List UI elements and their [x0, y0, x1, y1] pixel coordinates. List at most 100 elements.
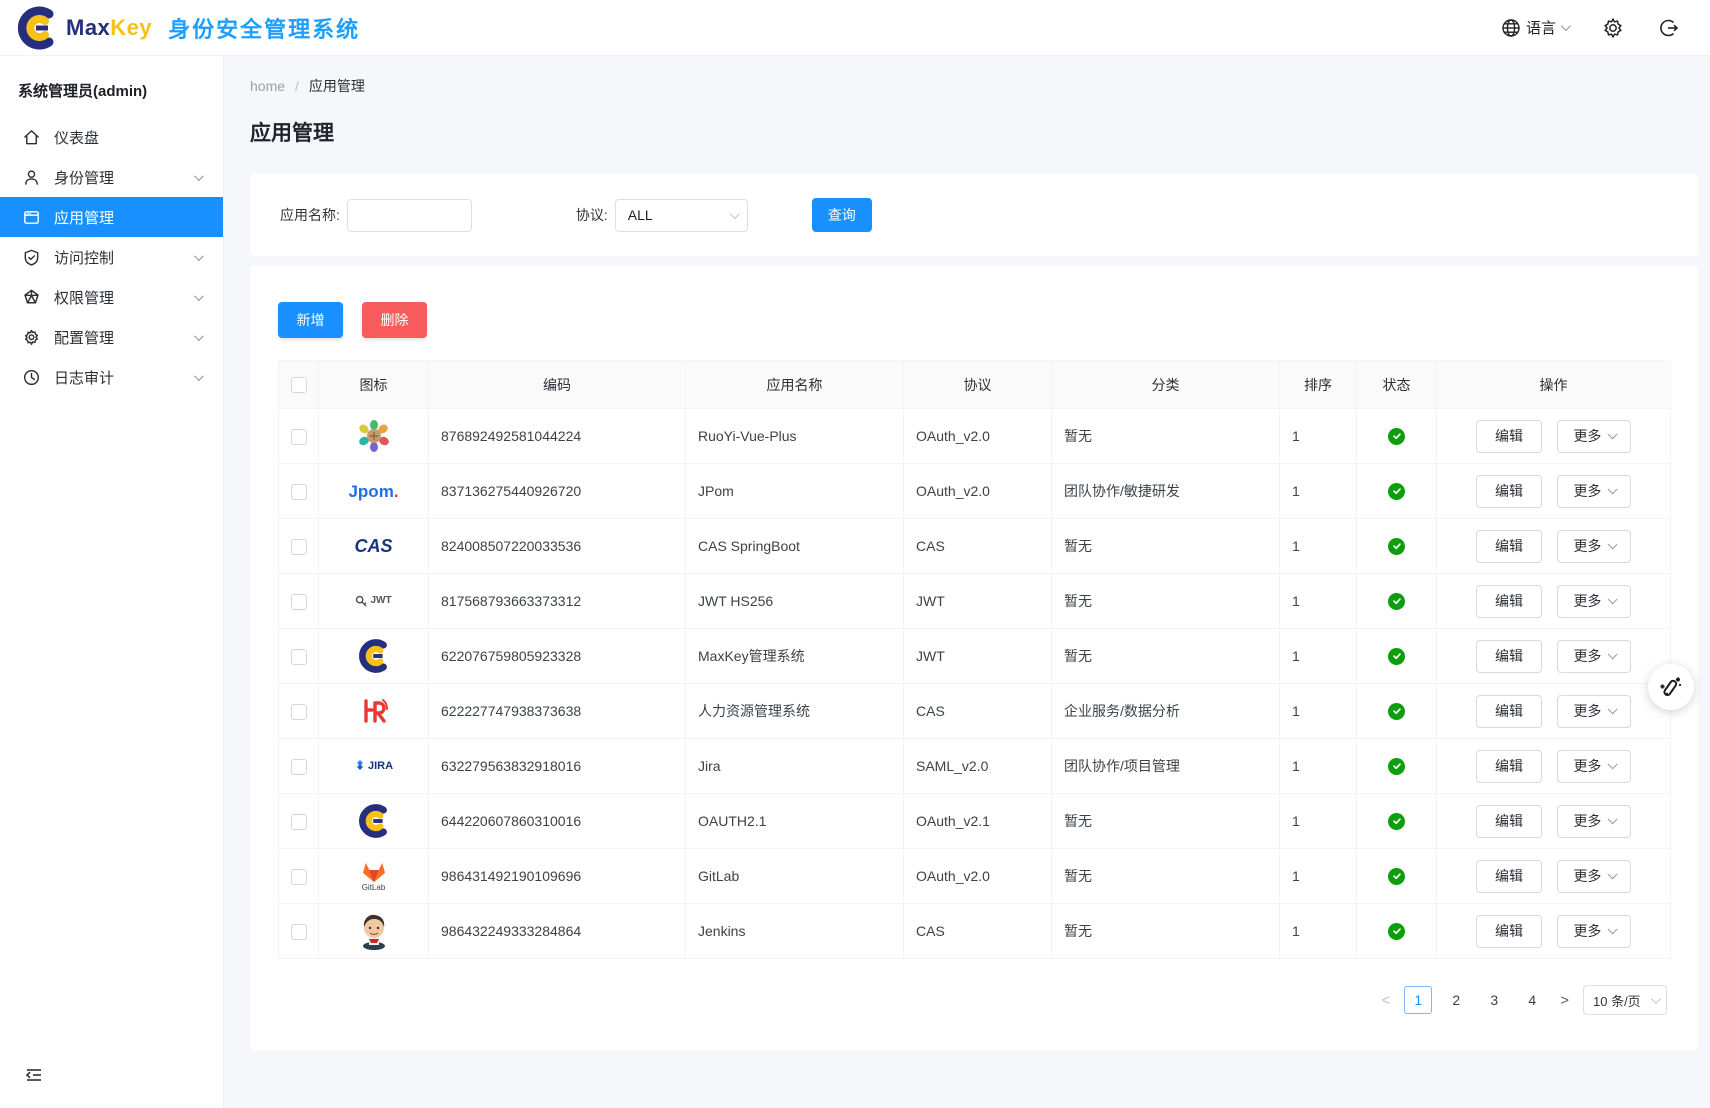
app-sort: 1 [1280, 849, 1357, 904]
app-logo-cell [319, 794, 429, 849]
row-checkbox[interactable] [291, 814, 307, 830]
page-number-2[interactable]: 2 [1442, 986, 1470, 1014]
language-switcher[interactable]: 语言 [1501, 17, 1568, 38]
sidebar-item-6[interactable]: 日志审计 [0, 357, 223, 397]
row-actions: 编辑 更多 [1437, 519, 1671, 574]
edit-button[interactable]: 编辑 [1476, 420, 1542, 453]
sidebar-item-2[interactable]: 应用管理 [0, 197, 223, 237]
edit-button[interactable]: 编辑 [1476, 805, 1542, 838]
status-enabled-icon [1388, 428, 1405, 445]
column-header-7: 操作 [1437, 361, 1671, 409]
edit-button[interactable]: 编辑 [1476, 640, 1542, 673]
app-logo-cell [319, 629, 429, 684]
edit-button[interactable]: 编辑 [1476, 915, 1542, 948]
app-protocol: JWT [904, 574, 1052, 629]
edit-button[interactable]: 编辑 [1476, 695, 1542, 728]
app-status-cell [1357, 739, 1437, 794]
page-size-select[interactable]: 10 条/页 [1583, 985, 1667, 1015]
column-header-3: 协议 [904, 361, 1052, 409]
chevron-down-icon [1608, 704, 1618, 714]
brand: MaxKey 身份安全管理系统 [14, 5, 360, 51]
more-button[interactable]: 更多 [1557, 695, 1631, 728]
more-button[interactable]: 更多 [1557, 915, 1631, 948]
chevron-down-icon [194, 371, 204, 381]
app-name: RuoYi-Vue-Plus [686, 409, 904, 464]
app-status-cell [1357, 629, 1437, 684]
app-category: 企业服务/数据分析 [1052, 684, 1280, 739]
row-checkbox-cell [279, 409, 319, 464]
app-name: OAUTH2.1 [686, 794, 904, 849]
app-status-cell [1357, 684, 1437, 739]
search-button[interactable]: 查询 [812, 198, 872, 232]
edit-button[interactable]: 编辑 [1476, 475, 1542, 508]
row-checkbox[interactable] [291, 539, 307, 555]
protocol-select[interactable]: ALL [615, 199, 748, 232]
globe-icon [1501, 18, 1521, 38]
sidebar-item-4[interactable]: 权限管理 [0, 277, 223, 317]
page-number-3[interactable]: 3 [1480, 986, 1508, 1014]
app-status-cell [1357, 574, 1437, 629]
breadcrumb-home-link[interactable]: home [250, 78, 285, 94]
app-name-input[interactable] [347, 199, 472, 232]
row-checkbox[interactable] [291, 759, 307, 775]
delete-button[interactable]: 删除 [362, 302, 427, 338]
table-row: 876892492581044224RuoYi-Vue-PlusOAuth_v2… [279, 409, 1671, 464]
settings-button[interactable] [1602, 17, 1624, 39]
app-code: 644220607860310016 [429, 794, 686, 849]
more-button[interactable]: 更多 [1557, 420, 1631, 453]
table-row: CAS824008507220033536CAS SpringBootCAS暂无… [279, 519, 1671, 574]
identity-icon [22, 168, 41, 187]
add-button[interactable]: 新增 [278, 302, 343, 338]
permission-icon [22, 288, 41, 307]
sidebar-item-1[interactable]: 身份管理 [0, 157, 223, 197]
sidebar-item-label: 日志审计 [54, 367, 194, 388]
edit-button[interactable]: 编辑 [1476, 860, 1542, 893]
more-button[interactable]: 更多 [1557, 475, 1631, 508]
chevron-down-icon [1608, 869, 1618, 879]
edit-button[interactable]: 编辑 [1476, 530, 1542, 563]
more-button[interactable]: 更多 [1557, 530, 1631, 563]
more-button[interactable]: 更多 [1557, 805, 1631, 838]
row-actions: 编辑 更多 [1437, 794, 1671, 849]
select-all-checkbox[interactable] [291, 377, 307, 393]
more-button[interactable]: 更多 [1557, 585, 1631, 618]
page-number-1[interactable]: 1 [1404, 986, 1432, 1014]
row-checkbox[interactable] [291, 429, 307, 445]
maxkey-logo-icon [352, 799, 396, 843]
more-button[interactable]: 更多 [1557, 860, 1631, 893]
row-checkbox[interactable] [291, 704, 307, 720]
jira-logo-icon: JIRA [352, 744, 396, 788]
app-name: Jenkins [686, 904, 904, 959]
sidebar-collapse-icon[interactable] [24, 1065, 44, 1090]
sidebar-item-5[interactable]: 配置管理 [0, 317, 223, 357]
page-number-4[interactable]: 4 [1518, 986, 1546, 1014]
logout-button[interactable] [1658, 17, 1680, 39]
row-checkbox[interactable] [291, 924, 307, 940]
app-sort: 1 [1280, 629, 1357, 684]
sidebar-item-3[interactable]: 访问控制 [0, 237, 223, 277]
prev-page-icon[interactable]: < [1377, 992, 1394, 1009]
magic-wand-button[interactable] [1648, 664, 1694, 710]
row-checkbox[interactable] [291, 869, 307, 885]
app-name: 人力资源管理系统 [686, 684, 904, 739]
row-checkbox[interactable] [291, 649, 307, 665]
app-category: 团队协作/敏捷研发 [1052, 464, 1280, 519]
chevron-down-icon [1651, 994, 1661, 1004]
app-name: JPom [686, 464, 904, 519]
app-protocol: CAS [904, 519, 1052, 574]
row-checkbox[interactable] [291, 594, 307, 610]
dashboard-icon [22, 128, 41, 147]
edit-button[interactable]: 编辑 [1476, 585, 1542, 618]
cas-logo-icon: CAS [352, 524, 396, 568]
app-code: 817568793663373312 [429, 574, 686, 629]
row-actions: 编辑 更多 [1437, 629, 1671, 684]
app-sort: 1 [1280, 574, 1357, 629]
more-button[interactable]: 更多 [1557, 750, 1631, 783]
next-page-icon[interactable]: > [1556, 992, 1573, 1009]
edit-button[interactable]: 编辑 [1476, 750, 1542, 783]
more-button[interactable]: 更多 [1557, 640, 1631, 673]
sidebar-item-0[interactable]: 仪表盘 [0, 117, 223, 157]
table-panel: 新增 删除 图标编码应用名称协议分类排序状态操作 876892492581044… [250, 266, 1698, 1050]
row-checkbox[interactable] [291, 484, 307, 500]
hr-logo-icon [352, 689, 396, 733]
